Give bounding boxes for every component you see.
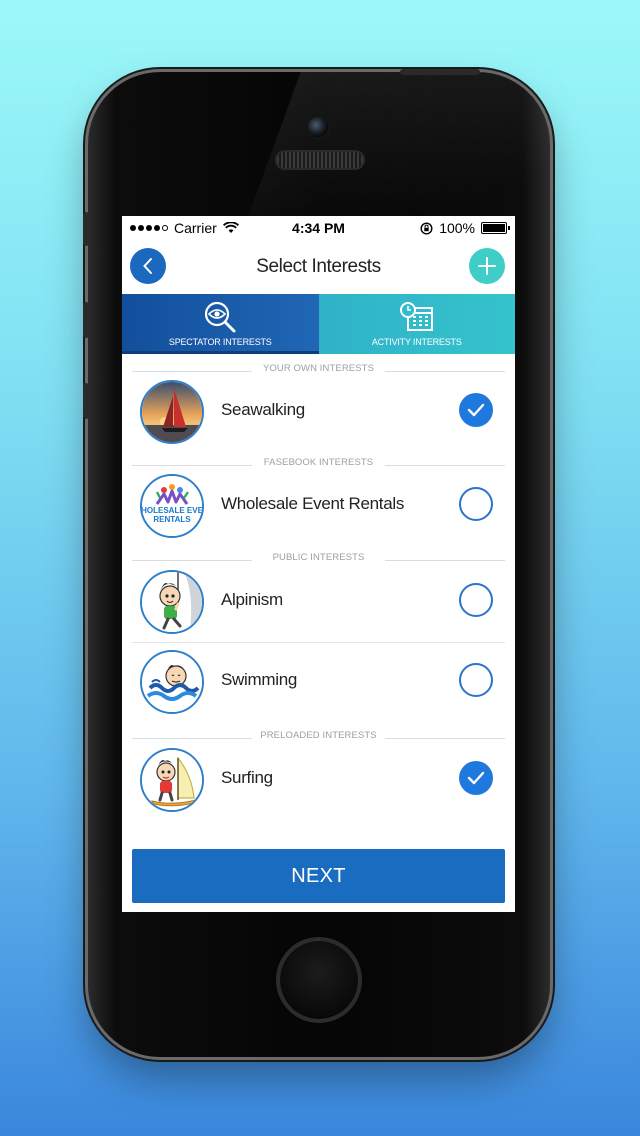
divider [132, 642, 505, 643]
selection-check[interactable] [459, 487, 493, 521]
selection-check[interactable] [459, 583, 493, 617]
interest-name: Alpinism [221, 590, 283, 609]
swimming-kid-avatar [140, 650, 204, 714]
tab-label: ACTIVITY INTERESTS [371, 337, 462, 347]
climbing-kid-avatar [140, 570, 204, 634]
front-camera [308, 117, 328, 137]
tab-spectator-interests[interactable]: SPECTATOR INTERESTS [122, 294, 319, 354]
interest-row-seawalking[interactable]: Seawalking [122, 380, 515, 460]
earpiece-speaker [277, 152, 363, 168]
interest-row-surfing[interactable]: Surfing [122, 748, 515, 828]
wholesale-event-rentals-logo: HOLESALE EVE RENTALS [140, 474, 204, 538]
svg-text:RENTALS: RENTALS [153, 515, 191, 524]
svg-text:HOLESALE EVE: HOLESALE EVE [142, 506, 202, 515]
section-header-own: YOUR OWN INTERESTS [132, 363, 505, 379]
mute-switch [83, 212, 89, 246]
status-bar: Carrier 4:34 PM 100% [122, 216, 515, 240]
checkmark-icon [467, 771, 485, 785]
interest-row-swimming[interactable]: Swimming [122, 650, 515, 730]
interest-row-alpinism[interactable]: Alpinism [122, 570, 515, 650]
battery-percent: 100% [439, 220, 475, 236]
checkmark-icon [467, 403, 485, 417]
battery-icon [481, 222, 510, 234]
page-title: Select Interests [256, 256, 381, 277]
selection-check[interactable] [459, 761, 493, 795]
interest-name: Surfing [221, 768, 273, 787]
selection-check[interactable] [459, 663, 493, 697]
interest-tabs: SPECTATOR INTERESTS ACTIVITY INTERESTS [122, 294, 515, 354]
power-button [400, 69, 480, 75]
rotation-lock-icon [420, 221, 433, 235]
tab-activity-interests[interactable]: ACTIVITY INTERESTS [318, 294, 515, 354]
section-header-facebook: FASEBOOK INTERESTS [132, 457, 505, 473]
nav-bar: Select Interests [122, 240, 515, 294]
app-screen: Carrier 4:34 PM 100% Select Interests SP… [122, 216, 515, 912]
home-button[interactable] [279, 940, 359, 1020]
interest-name: Wholesale Event Rentals [221, 494, 405, 513]
sailing-kid-avatar [140, 748, 204, 812]
section-header-public: PUBLIC INTERESTS [132, 552, 505, 568]
interest-row-wholesale-event-rentals[interactable]: HOLESALE EVE RENTALS Wholesale Event Ren… [122, 474, 515, 554]
sailboat-avatar [140, 380, 204, 444]
interest-name: Swimming [221, 670, 298, 689]
selection-check[interactable] [459, 393, 493, 427]
next-button[interactable]: NEXT [132, 849, 505, 903]
tab-label: SPECTATOR INTERESTS [168, 337, 272, 347]
plus-icon [478, 257, 496, 275]
interest-name: Seawalking [221, 400, 305, 419]
section-header-preloaded: PRELOADED INTERESTS [132, 730, 505, 746]
add-interest-button[interactable] [469, 248, 505, 284]
eye-search-icon [205, 301, 236, 333]
volume-down-button [83, 383, 89, 419]
volume-up-button [83, 302, 89, 338]
calendar-clock-icon [399, 302, 433, 331]
